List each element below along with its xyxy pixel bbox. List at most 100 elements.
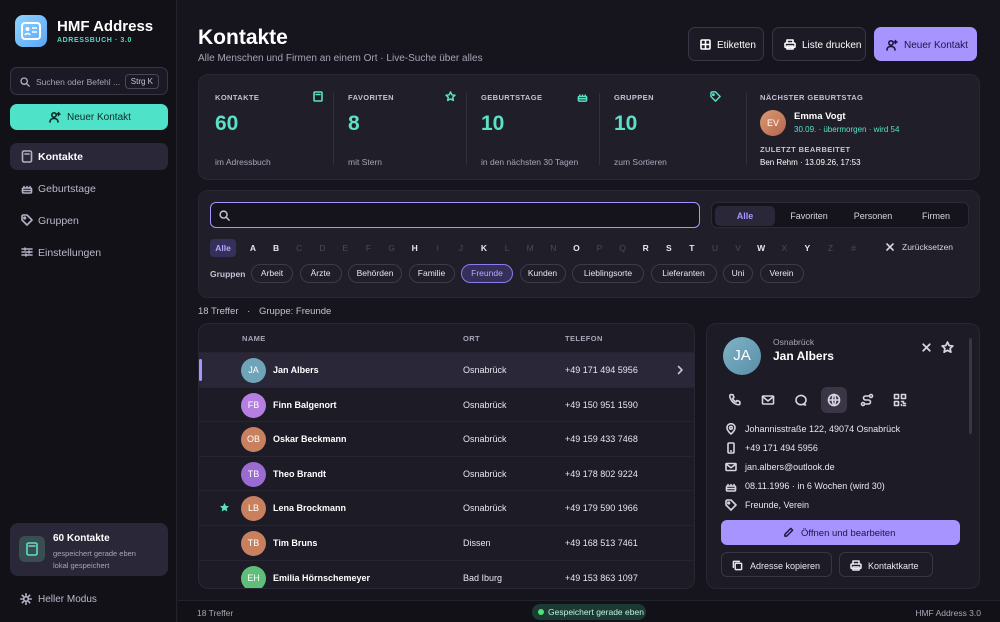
- sidebar-item-kontakte[interactable]: Kontakte: [10, 143, 168, 170]
- mobile-phone-icon: [725, 442, 737, 454]
- close-icon[interactable]: [921, 342, 932, 353]
- letter-filter-v[interactable]: V: [728, 239, 748, 257]
- command-search[interactable]: Suchen oder Befehl ... Strg K: [10, 67, 168, 95]
- group-chip-kunden[interactable]: Kunden: [519, 264, 566, 283]
- email-button[interactable]: [755, 387, 781, 413]
- avatar: JA: [723, 337, 761, 375]
- call-button[interactable]: [722, 387, 748, 413]
- group-chip-familie[interactable]: Familie: [408, 264, 455, 283]
- table-row[interactable]: TB Theo Brandt Osnabrück +49 178 802 9224: [199, 455, 694, 491]
- row-telefon: +49 159 433 7468: [565, 434, 638, 445]
- table-row[interactable]: OB Oskar Beckmann Osnabrück +49 159 433 746…: [199, 421, 694, 456]
- group-chip-arbeit[interactable]: Arbeit: [251, 264, 293, 283]
- row-ort: Osnabrück: [463, 503, 507, 514]
- letter-filter-x[interactable]: X: [774, 239, 794, 257]
- new-contact-button[interactable]: Neuer Kontakt: [874, 27, 977, 61]
- letter-filter-d[interactable]: D: [312, 239, 332, 257]
- qr-code-button[interactable]: [887, 387, 913, 413]
- favorite-star-icon[interactable]: [941, 341, 954, 354]
- group-chip-uni[interactable]: Uni: [723, 264, 753, 283]
- command-search-placeholder: Suchen oder Befehl ...: [36, 77, 121, 87]
- group-chip-lieblingsorte[interactable]: Lieblingsorte: [572, 264, 644, 283]
- filter-favoriten[interactable]: Favoriten: [778, 206, 840, 226]
- message-button[interactable]: [788, 387, 814, 413]
- column-header-telefon[interactable]: TELEFON: [565, 334, 603, 343]
- row-ort: Osnabrück: [463, 399, 507, 410]
- letter-filter-p[interactable]: P: [590, 239, 610, 257]
- stat-label: KONTAKTE: [215, 93, 260, 102]
- letter-filter-g[interactable]: G: [382, 239, 402, 257]
- group-chip-freunde[interactable]: Freunde: [461, 264, 513, 283]
- letter-filter-n[interactable]: N: [543, 239, 563, 257]
- filter-firmen[interactable]: Firmen: [906, 206, 966, 226]
- print-list-button[interactable]: Liste drucken: [772, 27, 866, 61]
- letter-filter-h[interactable]: H: [405, 239, 425, 257]
- result-group: Gruppe: Freunde: [258, 306, 332, 317]
- sun-icon: [20, 593, 32, 605]
- copy-address-button[interactable]: Adresse kopieren: [721, 552, 832, 577]
- address-text[interactable]: Johannisstraße 122, 49074 Osnabrück: [745, 424, 900, 434]
- avatar: JA: [241, 358, 266, 383]
- route-button[interactable]: [854, 387, 880, 413]
- email-text[interactable]: jan.albers@outlook.de: [745, 462, 835, 472]
- sidebar-item-einstellungen[interactable]: Einstellungen: [10, 239, 168, 266]
- table-row[interactable]: TB Tim Bruns Dissen +49 168 513 7461: [199, 525, 694, 560]
- letter-filter-q[interactable]: Q: [613, 239, 633, 257]
- next-birthday-name[interactable]: Emma Vogt: [794, 111, 846, 122]
- website-button[interactable]: [821, 387, 847, 413]
- group-chip-behörden[interactable]: Behörden: [348, 264, 402, 283]
- contact-card-button[interactable]: Kontaktkarte: [839, 552, 933, 577]
- open-edit-label: Öffnen und bearbeiten: [801, 528, 896, 539]
- stat-gruppen: GRUPPEN 10 zum Sortieren: [614, 75, 734, 181]
- letter-filter-l[interactable]: L: [497, 239, 517, 257]
- sidebar-item-gruppen[interactable]: Gruppen: [10, 207, 168, 234]
- row-telefon: +49 179 590 1966: [565, 503, 638, 514]
- column-header-ort[interactable]: ORT: [463, 334, 480, 343]
- filter-personen[interactable]: Personen: [843, 206, 903, 226]
- detail-scrollbar[interactable]: [969, 338, 972, 434]
- letter-filter-a[interactable]: A: [243, 239, 263, 257]
- letter-filter-m[interactable]: M: [520, 239, 540, 257]
- letter-filter-t[interactable]: T: [682, 239, 702, 257]
- letter-filter-r[interactable]: R: [636, 239, 656, 257]
- open-edit-button[interactable]: Öffnen und bearbeiten: [721, 520, 960, 545]
- letter-filter-o[interactable]: O: [566, 239, 586, 257]
- table-row[interactable]: EH Emilia Hörnschemeyer Bad Iburg +49 153 8…: [199, 559, 694, 588]
- letter-filter-y[interactable]: Y: [797, 239, 817, 257]
- table-row[interactable]: LB Lena Brockmann Osnabrück +49 179 590 196…: [199, 490, 694, 525]
- letter-filter-s[interactable]: S: [659, 239, 679, 257]
- letter-filter-u[interactable]: U: [705, 239, 725, 257]
- search-input-wrapper[interactable]: [210, 202, 700, 228]
- copy-icon: [732, 560, 743, 571]
- save-status-badge: Gespeichert gerade eben: [532, 604, 646, 620]
- column-header-name[interactable]: NAME: [242, 334, 266, 343]
- letter-filter-c[interactable]: C: [289, 239, 309, 257]
- letter-filter-j[interactable]: J: [451, 239, 471, 257]
- table-row[interactable]: FB Finn Balgenort Osnabrück +49 150 951 159…: [199, 386, 694, 422]
- letter-filter-f[interactable]: F: [359, 239, 379, 257]
- letter-filter-i[interactable]: I: [428, 239, 448, 257]
- phone-text[interactable]: +49 171 494 5956: [745, 443, 818, 453]
- globe-icon: [827, 393, 841, 407]
- letter-filter-b[interactable]: B: [266, 239, 286, 257]
- letter-filter-z[interactable]: Z: [821, 239, 841, 257]
- group-chip-lieferanten[interactable]: Lieferanten: [650, 264, 717, 283]
- filter-alle[interactable]: Alle: [715, 206, 775, 226]
- letter-filter-e[interactable]: E: [335, 239, 355, 257]
- search-input[interactable]: [235, 207, 685, 223]
- sidebar-new-contact-button[interactable]: Neuer Kontakt: [10, 104, 168, 130]
- letter-filter-k[interactable]: K: [474, 239, 494, 257]
- favorite-star-icon[interactable]: [219, 502, 230, 513]
- sidebar-item-geburtstage[interactable]: Geburtstage: [10, 175, 168, 202]
- row-telefon: +49 153 863 1097: [565, 572, 638, 583]
- letter-filter-w[interactable]: W: [751, 239, 771, 257]
- letter-filter-all[interactable]: Alle: [210, 239, 236, 257]
- selection-indicator: [199, 359, 202, 381]
- group-chip-verein[interactable]: Verein: [759, 264, 804, 283]
- table-row[interactable]: JA Jan Albers Osnabrück +49 171 494 5956: [199, 352, 694, 387]
- labels-button-label: Etiketten: [717, 40, 756, 51]
- shortcut-badge: Strg K: [124, 74, 159, 89]
- letter-filter-#[interactable]: #: [844, 239, 864, 257]
- labels-button[interactable]: Etiketten: [688, 27, 764, 61]
- group-chip-ärzte[interactable]: Ärzte: [299, 264, 342, 283]
